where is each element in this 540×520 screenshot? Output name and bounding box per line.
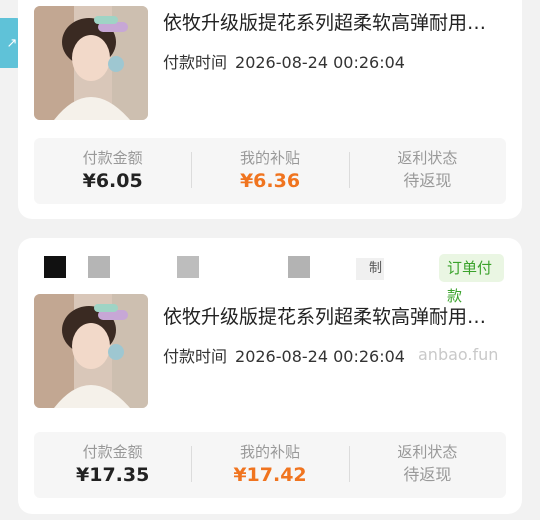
product-title[interactable]: 依牧升级版提花系列超柔软高弹耐用… — [163, 302, 508, 329]
rebate-label: 返利状态 — [397, 149, 458, 167]
rebate-value: 待返现 — [403, 171, 452, 190]
amount-value: ¥17.35 — [76, 464, 150, 486]
order-card: 依牧升级版提花系列超柔软高弹耐用… 付款时间 2026-08-24 00:26:0… — [18, 0, 522, 219]
stat-subsidy: 我的补贴 ¥6.36 — [191, 148, 348, 194]
order-status-badge: 订单付款 — [439, 254, 504, 305]
product-thumbnail[interactable] — [34, 6, 148, 120]
stat-subsidy: 我的补贴 ¥17.42 — [191, 442, 348, 488]
stat-amount: 付款金额 ¥17.35 — [34, 442, 191, 488]
amount-label: 付款金额 — [82, 149, 143, 167]
amount-value: ¥6.05 — [82, 170, 143, 192]
pay-time: 付款时间 2026-08-24 00:26:04 — [163, 49, 405, 73]
stat-rebate: 返利状态 待返现 — [348, 148, 506, 194]
product-photo-icon — [34, 294, 148, 408]
stat-rebate: 返利状态 待返现 — [348, 442, 506, 488]
order-stats: 付款金额 ¥6.05 我的补贴 ¥6.36 返利状态 待返现 — [34, 138, 506, 204]
redacted-block — [177, 256, 199, 278]
subsidy-value: ¥17.42 — [233, 464, 307, 486]
product-title[interactable]: 依牧升级版提花系列超柔软高弹耐用… — [163, 8, 508, 35]
stat-amount: 付款金额 ¥6.05 — [34, 148, 191, 194]
product-thumbnail[interactable] — [34, 294, 148, 408]
amount-label: 付款金额 — [82, 443, 143, 461]
product-photo-icon — [34, 6, 148, 120]
rebate-value: 待返现 — [403, 465, 452, 484]
pay-time-label: 付款时间 — [163, 347, 228, 366]
pay-time-label: 付款时间 — [163, 53, 228, 72]
arrow-icon: ↗ — [6, 35, 18, 51]
pay-time: 付款时间 2026-08-24 00:26:04 — [163, 343, 405, 367]
pay-time-value: 2026-08-24 00:26:04 — [235, 53, 405, 72]
subsidy-value: ¥6.36 — [239, 170, 301, 192]
subsidy-label: 我的补贴 — [239, 149, 300, 167]
card-header: 制 订单付款 — [44, 254, 504, 305]
watermark: anbao.fun — [418, 345, 499, 364]
redacted-block — [88, 256, 110, 278]
pay-time-value: 2026-08-24 00:26:04 — [235, 347, 405, 366]
redacted-block — [44, 256, 66, 278]
redacted-block — [288, 256, 310, 278]
order-stats: 付款金额 ¥17.35 我的补贴 ¥17.42 返利状态 待返现 — [34, 432, 506, 498]
rebate-label: 返利状态 — [397, 443, 458, 461]
order-card: 制 订单付款 依牧升级版提花系列超柔软高弹耐用… 付款时间 2026-08-24 … — [18, 238, 522, 514]
subsidy-label: 我的补贴 — [239, 443, 300, 461]
copy-chip[interactable]: 制 — [356, 258, 384, 280]
